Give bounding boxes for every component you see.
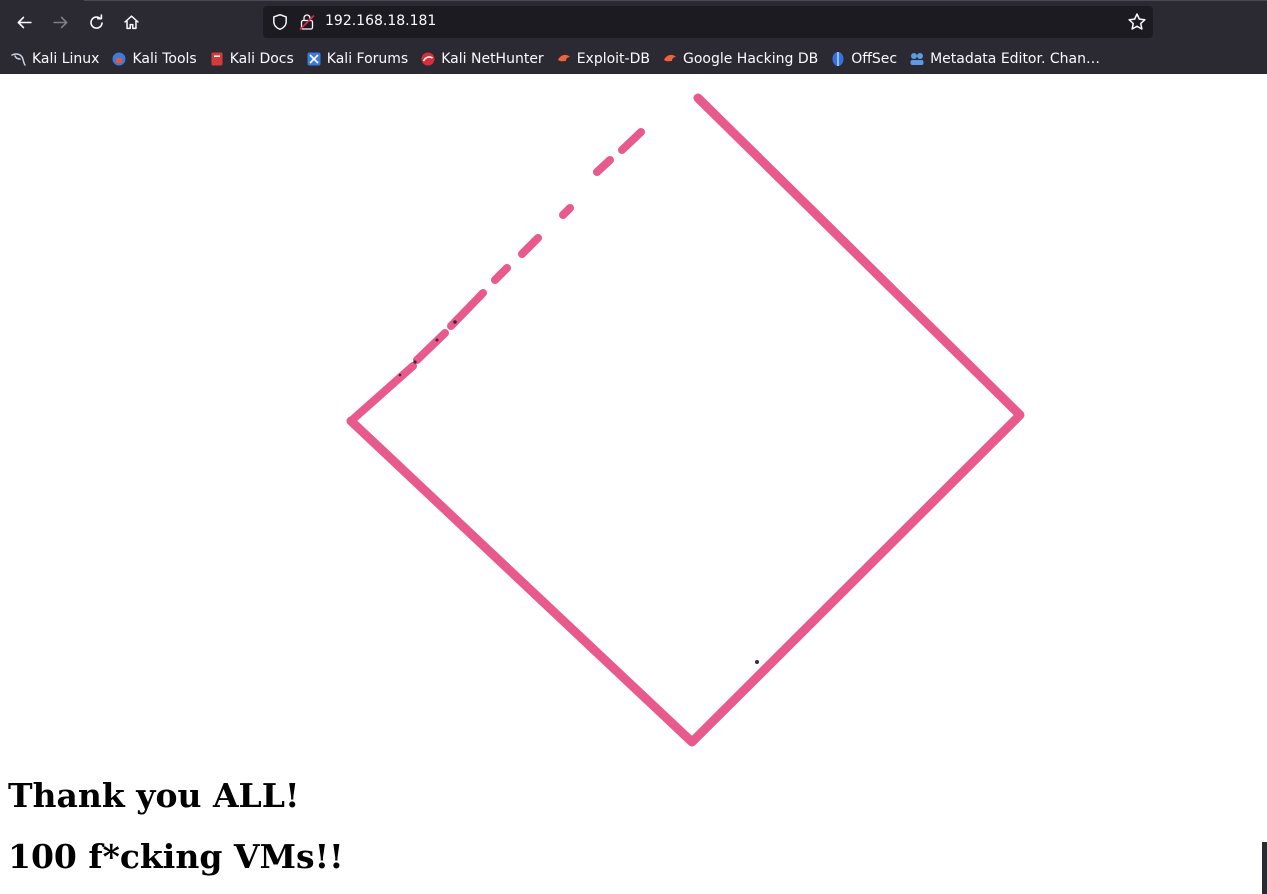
tab-strip-edge bbox=[84, 0, 1267, 1]
metadata-editor-icon bbox=[910, 53, 924, 65]
url-bar[interactable]: 192.168.18.181 bbox=[263, 6, 1153, 38]
kali-docs-icon bbox=[211, 52, 223, 66]
bookmark-label: Exploit-DB bbox=[576, 51, 650, 67]
kali-tools-icon bbox=[112, 52, 126, 66]
scrollbar[interactable] bbox=[1262, 842, 1267, 894]
bookmark-label: Kali NetHunter bbox=[441, 51, 544, 67]
bookmark-exploit-db[interactable]: Exploit-DB bbox=[556, 51, 650, 67]
url-text[interactable]: 192.168.18.181 bbox=[325, 13, 436, 29]
kali-dragon-icon bbox=[11, 53, 26, 66]
bookmark-label: Kali Docs bbox=[229, 51, 294, 67]
bookmark-kali-nethunter[interactable]: Kali NetHunter bbox=[420, 51, 544, 67]
kali-forums-icon bbox=[307, 52, 321, 66]
bookmark-offsec[interactable]: OffSec bbox=[830, 51, 897, 67]
bookmark-google-hacking-db[interactable]: Google Hacking DB bbox=[662, 51, 818, 67]
offsec-icon bbox=[832, 52, 844, 66]
forward-button[interactable] bbox=[45, 7, 75, 37]
bookmark-label: Kali Tools bbox=[132, 51, 197, 67]
page-content: Thank you ALL! 100 f*cking VMs!! bbox=[0, 74, 1267, 894]
home-icon bbox=[123, 14, 139, 29]
browser-toolbar: 192.168.18.181 bbox=[0, 0, 1267, 44]
bookmark-kali-docs[interactable]: Kali Docs bbox=[209, 51, 294, 67]
bookmark-kali-forums[interactable]: Kali Forums bbox=[306, 51, 408, 67]
bookmark-label: Kali Forums bbox=[326, 51, 409, 67]
exploit-db-icon bbox=[557, 54, 570, 62]
nethunter-icon bbox=[421, 52, 435, 66]
page-heading-vm-count: 100 f*cking VMs!! bbox=[8, 837, 344, 876]
reload-button[interactable] bbox=[81, 7, 111, 37]
bookmark-kali-tools[interactable]: Kali Tools bbox=[111, 51, 197, 67]
bookmarks-toolbar: Kali Linux Kali Tools Kali Docs Kali For… bbox=[0, 44, 1267, 74]
bookmark-label: Google Hacking DB bbox=[682, 51, 819, 67]
bookmark-kali-linux[interactable]: Kali Linux bbox=[11, 51, 99, 67]
star-icon[interactable] bbox=[1127, 12, 1147, 32]
bookmark-metadata-editor[interactable]: Metadata Editor. Chan… bbox=[909, 51, 1100, 67]
forward-arrow-icon bbox=[52, 16, 67, 28]
lock-icon[interactable] bbox=[299, 13, 315, 31]
bookmark-label: OffSec bbox=[851, 51, 898, 67]
reload-icon bbox=[89, 13, 103, 29]
ghdb-icon bbox=[663, 54, 676, 62]
shield-icon[interactable] bbox=[271, 13, 289, 31]
back-button[interactable] bbox=[9, 7, 39, 37]
bookmark-label: Kali Linux bbox=[32, 51, 100, 67]
pink-diamond-image bbox=[346, 93, 1025, 747]
bookmark-label: Metadata Editor. Chan… bbox=[930, 51, 1100, 67]
back-arrow-icon bbox=[17, 16, 32, 28]
home-button[interactable] bbox=[116, 7, 146, 37]
page-heading-thank-you: Thank you ALL! bbox=[8, 776, 300, 815]
